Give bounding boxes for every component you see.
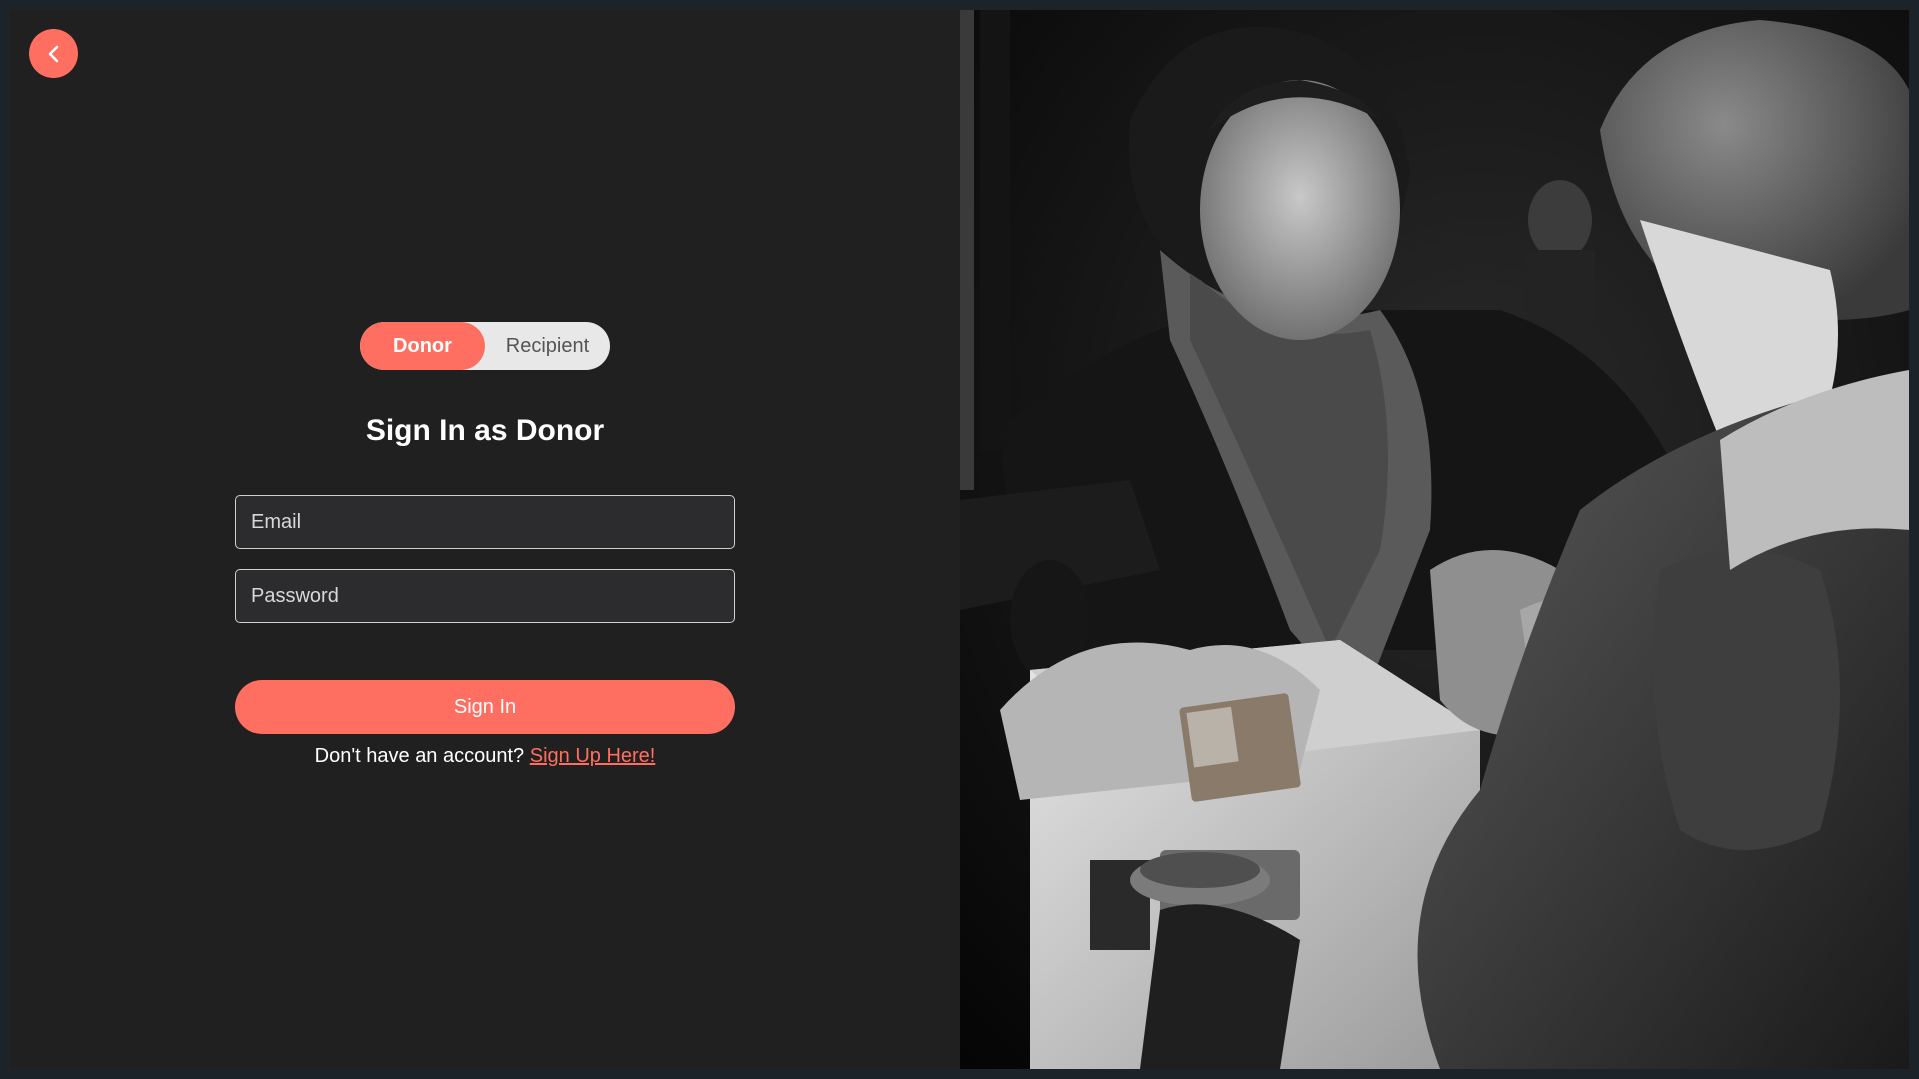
sign-in-panel: Donor Recipient Sign In as Donor Sign In… <box>10 10 960 1069</box>
food-donation-photo <box>960 10 1909 1069</box>
toggle-recipient[interactable]: Recipient <box>485 322 610 370</box>
sign-in-button[interactable]: Sign In <box>235 680 735 734</box>
signup-prompt: Don't have an account? Sign Up Here! <box>235 745 735 768</box>
app-window: Donor Recipient Sign In as Donor Sign In… <box>10 10 1909 1069</box>
sign-up-link[interactable]: Sign Up Here! <box>530 745 656 767</box>
page-title: Sign In as Donor <box>365 414 605 447</box>
chevron-left-icon <box>48 45 58 62</box>
password-field[interactable] <box>235 569 735 623</box>
toggle-donor[interactable]: Donor <box>360 322 485 370</box>
email-field[interactable] <box>235 495 735 549</box>
role-toggle: Donor Recipient <box>360 322 610 370</box>
signup-prompt-text: Don't have an account? <box>314 745 525 767</box>
hero-photo <box>960 10 1909 1069</box>
back-button[interactable] <box>29 29 78 78</box>
